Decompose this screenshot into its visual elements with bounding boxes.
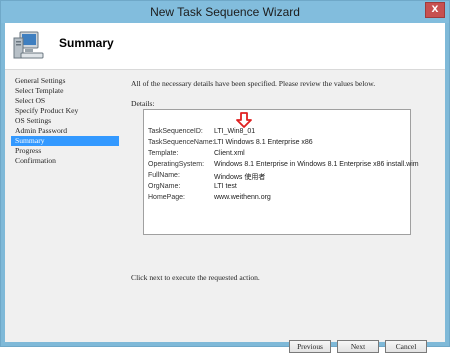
- detail-row: HomePage: www.weithenn.org: [144, 194, 410, 205]
- detail-key: Template:: [148, 150, 179, 157]
- detail-value: Client.xml: [214, 150, 245, 157]
- detail-key: TaskSequenceID:: [148, 128, 203, 135]
- page-title: Summary: [59, 36, 114, 50]
- computer-icon: [13, 31, 44, 59]
- detail-row: FullName: Windows 使用者: [144, 172, 410, 183]
- nav-item-confirmation: Confirmation: [15, 156, 56, 165]
- detail-value: Windows 8.1 Enterprise in Windows 8.1 En…: [214, 161, 419, 168]
- details-box[interactable]: TaskSequenceID: LTI_Win8_01 TaskSequenceNa…: [143, 109, 419, 235]
- nav-item-general-settings: General Settings: [15, 76, 66, 85]
- detail-key: FullName:: [148, 172, 180, 179]
- down-arrow-icon: [236, 112, 252, 128]
- nav-item-admin-password: Admin Password: [15, 126, 68, 135]
- detail-row: OperatingSystem: Windows 8.1 Enterprise i…: [144, 161, 419, 172]
- wizard-client-area: Summary General Settings Select Template S…: [5, 23, 445, 353]
- nav-item-summary: Summary: [11, 136, 119, 146]
- title-bar[interactable]: New Task Sequence Wizard X: [1, 1, 449, 23]
- detail-key: HomePage:: [148, 194, 185, 201]
- detail-key: TaskSequenceName:: [148, 139, 215, 146]
- footer-instruction: Click next to execute the requested acti…: [131, 273, 260, 282]
- nav-item-progress: Progress: [15, 146, 42, 155]
- wizard-steps-list: General Settings Select Template Select OS…: [11, 76, 119, 166]
- detail-row: TaskSequenceID: LTI_Win8_01: [144, 128, 410, 139]
- detail-key: OrgName:: [148, 183, 181, 190]
- close-button[interactable]: X: [425, 2, 445, 18]
- window-title: New Task Sequence Wizard: [150, 5, 300, 19]
- detail-key: OperatingSystem:: [148, 161, 205, 168]
- detail-value: LTI test: [214, 183, 237, 190]
- intro-text: All of the necessary details have been s…: [131, 79, 376, 88]
- nav-item-os-settings: OS Settings: [15, 116, 52, 125]
- wizard-window: New Task Sequence Wizard X Summary Gener…: [0, 0, 450, 353]
- nav-item-specify-product-key: Specify Product Key: [15, 106, 79, 115]
- detail-row: TaskSequenceName: LTI Windows 8.1 Enterpr…: [144, 139, 410, 150]
- detail-value: Windows 使用者: [214, 174, 266, 181]
- wizard-body: General Settings Select Template Select OS…: [5, 70, 445, 353]
- detail-row: Template: Client.xml: [144, 150, 410, 161]
- nav-item-select-os: Select OS: [15, 96, 46, 105]
- detail-value: LTI_Win8_01: [214, 128, 256, 135]
- detail-value: LTI Windows 8.1 Enterprise x86: [214, 139, 313, 146]
- summary-panel: All of the necessary details have been s…: [129, 76, 441, 338]
- detail-value: www.weithenn.org: [214, 194, 271, 201]
- details-label: Details:: [131, 99, 155, 108]
- wizard-header: Summary: [5, 23, 445, 70]
- button-row: Previous Next Cancel: [5, 340, 445, 360]
- detail-row: OrgName: LTI test: [144, 183, 410, 194]
- nav-item-select-template: Select Template: [15, 86, 64, 95]
